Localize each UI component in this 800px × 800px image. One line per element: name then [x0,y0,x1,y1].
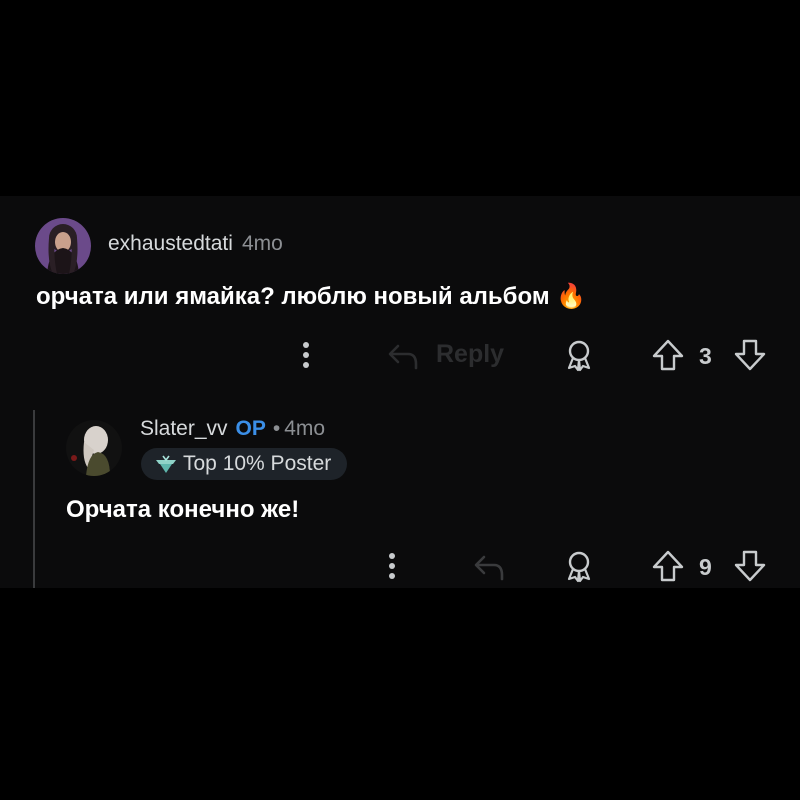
vote-count: 9 [699,554,712,580]
upvote-icon[interactable] [651,549,685,583]
award-icon[interactable] [563,338,595,372]
reply-button-label[interactable]: Reply [436,340,504,369]
thread-line[interactable] [33,410,35,588]
avatar[interactable] [35,218,91,274]
avatar[interactable] [66,420,122,476]
user-flair-badge: Top 10% Poster [141,448,348,480]
reply-icon[interactable] [472,551,506,583]
badge-label: Top 10% Poster [183,452,332,475]
timestamp: 4mo [284,417,326,440]
separator: • [272,417,281,440]
upvote-icon[interactable] [651,338,685,372]
reply-icon[interactable] [386,340,420,372]
timestamp: 4mo [241,232,283,255]
vote-count: 3 [699,343,712,369]
top-poster-icon [155,454,177,474]
comment-text: Орчата конечно же! [66,496,300,523]
op-label: OP [235,417,266,440]
downvote-icon[interactable] [733,549,767,583]
award-icon[interactable] [563,549,595,583]
downvote-icon[interactable] [733,338,767,372]
more-options-icon[interactable] [382,551,402,581]
username[interactable]: Slater_vv [140,417,228,441]
more-options-icon[interactable] [296,340,316,370]
comment-text: орчата или ямайка? люблю новый альбом 🔥 [36,283,587,310]
comment-header: Slater_vv OP • 4mo [140,417,325,441]
comment-header: exhaustedtati 4mo [108,232,283,256]
username[interactable]: exhaustedtati [108,232,233,256]
